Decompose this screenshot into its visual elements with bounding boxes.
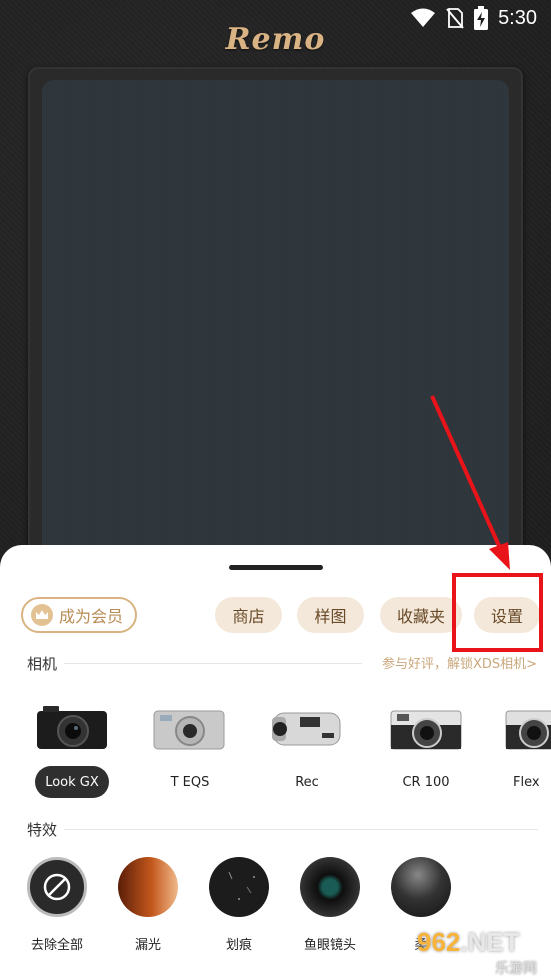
camera-t-eqs[interactable] [149, 703, 229, 755]
effect-label-scratch: 划痕 [225, 938, 252, 953]
cameras-section-title: 相机 [27, 655, 58, 673]
section-divider [64, 663, 362, 664]
camera-viewfinder[interactable] [42, 80, 509, 580]
favorites-label: 收藏夹 [396, 607, 445, 626]
scratch-effect-button[interactable] [209, 857, 269, 917]
camera-rec-image [272, 712, 341, 746]
remove-all-effect-button[interactable] [27, 857, 87, 917]
camera-label-cr-100[interactable]: CR 100 [386, 766, 466, 798]
become-member-button[interactable]: 成为会员 [21, 597, 137, 633]
watermark-domain: .NET [460, 927, 520, 957]
effect-label-remove-all: 去除全部 [30, 938, 83, 953]
camera-rec[interactable] [267, 703, 347, 755]
camera-label-t-eqs[interactable]: T EQS [150, 766, 230, 798]
camera-cr-100[interactable] [386, 703, 466, 755]
annotation-highlight-box [452, 573, 543, 652]
section-divider [64, 829, 538, 830]
camera-label-flex[interactable]: Flex [513, 766, 551, 798]
camera-t-eqs-image [153, 710, 225, 750]
camera-look-gx[interactable] [32, 703, 112, 755]
bottom-sheet: 成为会员 商店 样图 收藏夹 设置 相机 参与好评，解锁XDS相机> Look … [0, 545, 551, 979]
camera-flex[interactable] [500, 703, 551, 755]
become-member-label: 成为会员 [59, 607, 124, 626]
remove-all-icon [43, 873, 71, 901]
effect-label-fisheye: 鱼眼镜头 [303, 938, 356, 953]
camera-flex-image [505, 710, 551, 750]
effect-label-light-leak: 漏光 [134, 938, 161, 953]
samples-label: 样图 [314, 607, 347, 626]
shop-button[interactable]: 商店 [215, 597, 282, 633]
soft-focus-effect-button[interactable] [391, 857, 451, 917]
light-leak-effect-button[interactable] [118, 857, 178, 917]
site-watermark: 962.NET 乐游网 [417, 927, 547, 976]
samples-button[interactable]: 样图 [297, 597, 364, 633]
favorites-button[interactable]: 收藏夹 [380, 597, 462, 633]
scratch-icon [228, 871, 255, 900]
camera-look-gx-image [37, 706, 107, 749]
sheet-drag-handle[interactable] [229, 565, 323, 570]
app-logo: Remo [225, 22, 326, 57]
crown-icon [31, 604, 53, 626]
watermark-site: 乐游网 [495, 960, 537, 976]
effects-section-title: 特效 [27, 821, 58, 839]
camera-label-look-gx[interactable]: Look GX [35, 766, 109, 798]
camera-label-rec[interactable]: Rec [267, 766, 347, 798]
unlock-xds-camera-link[interactable]: 参与好评，解锁XDS相机> [382, 653, 537, 672]
shop-label: 商店 [232, 607, 265, 626]
fisheye-effect-button[interactable] [300, 857, 360, 917]
watermark-number: 962 [417, 927, 461, 957]
camera-cr-100-image [390, 710, 462, 750]
